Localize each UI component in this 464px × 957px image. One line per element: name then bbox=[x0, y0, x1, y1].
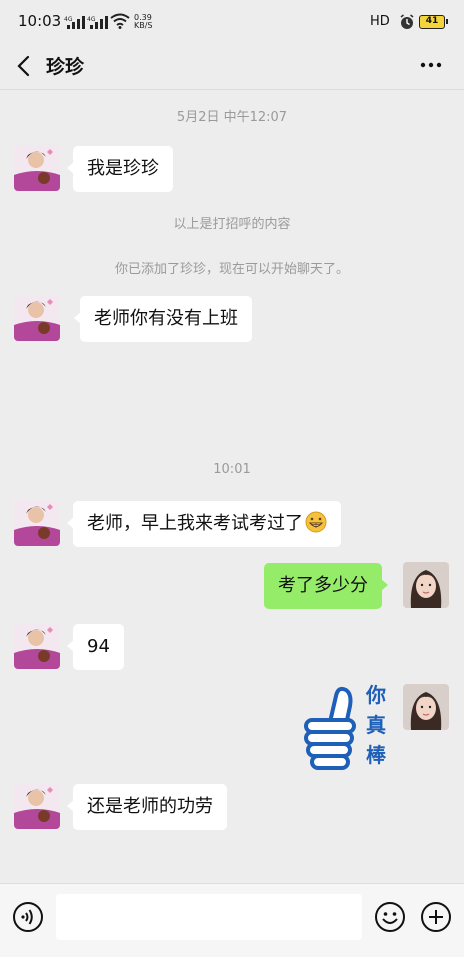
system-message: 以上是打招呼的内容 bbox=[173, 217, 291, 232]
emoji-icon[interactable] bbox=[374, 901, 406, 933]
thumbs-up-sticker[interactable]: 你 真 棒 bbox=[300, 682, 392, 774]
status-bar: 10:03 4G 4G 0.39 KB/S HD 41 bbox=[0, 0, 464, 44]
avatar-photo bbox=[14, 783, 60, 829]
signal-icon: 4G bbox=[64, 16, 85, 29]
battery-indicator: 41 bbox=[419, 15, 448, 29]
sticker-char-2: 真 bbox=[366, 713, 386, 737]
contact-avatar[interactable] bbox=[14, 783, 60, 829]
status-time: 10:03 bbox=[18, 12, 62, 30]
wifi-icon bbox=[110, 13, 130, 29]
signal-icon-2: 4G bbox=[87, 16, 108, 29]
chevron-left-icon[interactable] bbox=[14, 54, 34, 78]
message-bubble-self[interactable]: 考了多少分 bbox=[264, 563, 388, 609]
sticker-char-3: 棒 bbox=[366, 743, 387, 767]
network-speed: 0.39 KB/S bbox=[134, 14, 153, 30]
speed-unit: KB/S bbox=[134, 21, 153, 30]
message-bubble[interactable]: 94 bbox=[67, 624, 124, 670]
more-dots-icon[interactable] bbox=[420, 56, 442, 74]
message-bubble[interactable]: 我是珍珍 bbox=[67, 146, 173, 192]
contact-avatar[interactable] bbox=[14, 145, 60, 191]
voice-icon[interactable] bbox=[12, 901, 44, 933]
message-input[interactable] bbox=[56, 894, 362, 940]
system-message: 你已添加了珍珍，现在可以开始聊天了。 bbox=[114, 262, 349, 277]
timestamp: 10:01 bbox=[213, 462, 251, 477]
alarm-icon bbox=[400, 14, 414, 29]
contact-avatar[interactable] bbox=[14, 500, 60, 546]
avatar-photo bbox=[14, 145, 60, 191]
message-text: 老师，早上我来考试考过了 bbox=[87, 513, 303, 534]
network-label-2: 4G bbox=[87, 16, 96, 23]
input-bar bbox=[0, 883, 464, 957]
message-bubble[interactable]: 老师你有没有上班 bbox=[74, 296, 252, 342]
contact-avatar[interactable] bbox=[14, 623, 60, 669]
avatar-photo bbox=[14, 295, 60, 341]
avatar-photo bbox=[403, 684, 449, 730]
contact-avatar[interactable] bbox=[14, 295, 60, 341]
sticker-char-1: 你 bbox=[365, 683, 386, 707]
message-bubble[interactable]: 还是老师的功劳 bbox=[67, 784, 227, 830]
grin-emoji-icon bbox=[305, 511, 327, 533]
message-bubble[interactable]: 老师，早上我来考试考过了 bbox=[67, 501, 341, 547]
avatar-photo bbox=[403, 562, 449, 608]
chat-header: 珍珍 bbox=[0, 44, 464, 90]
hd-indicator: HD bbox=[370, 14, 390, 29]
avatar-photo bbox=[14, 500, 60, 546]
user-avatar[interactable] bbox=[403, 684, 449, 730]
timestamp: 5月2日 中午12:07 bbox=[176, 110, 288, 125]
network-label-1: 4G bbox=[64, 16, 73, 23]
user-avatar[interactable] bbox=[403, 562, 449, 608]
chat-title: 珍珍 bbox=[46, 56, 85, 78]
plus-icon[interactable] bbox=[420, 901, 452, 933]
avatar-photo bbox=[14, 623, 60, 669]
